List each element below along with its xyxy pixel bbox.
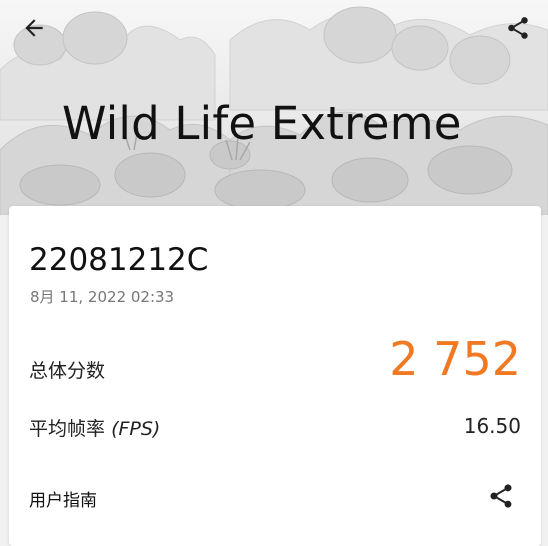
- user-guide-share-button[interactable]: [485, 480, 517, 512]
- result-date: 8月 11, 2022 02:33: [30, 288, 175, 306]
- hero-banner: Wild Life Extreme: [0, 0, 548, 215]
- share-icon: [490, 484, 512, 508]
- total-score-label: 总体分数: [29, 360, 106, 382]
- device-model: 22081212C: [29, 242, 209, 278]
- avg-fps-value: 16.50: [463, 414, 521, 438]
- arrow-left-icon: [25, 19, 43, 37]
- avg-fps-text: 平均帧率: [29, 418, 106, 440]
- user-guide-link[interactable]: 用户指南: [29, 486, 97, 511]
- share-icon: [508, 17, 528, 39]
- result-card: 22081212C 8月 11, 2022 02:33 总体分数 2 752 平…: [9, 206, 541, 546]
- back-button[interactable]: [14, 8, 54, 48]
- avg-fps-label: 平均帧率 (FPS): [29, 414, 160, 441]
- benchmark-title: Wild Life Extreme: [62, 97, 462, 150]
- share-button[interactable]: [498, 8, 538, 48]
- avg-fps-unit: (FPS): [111, 418, 161, 440]
- total-score-value: 2 752: [389, 332, 521, 386]
